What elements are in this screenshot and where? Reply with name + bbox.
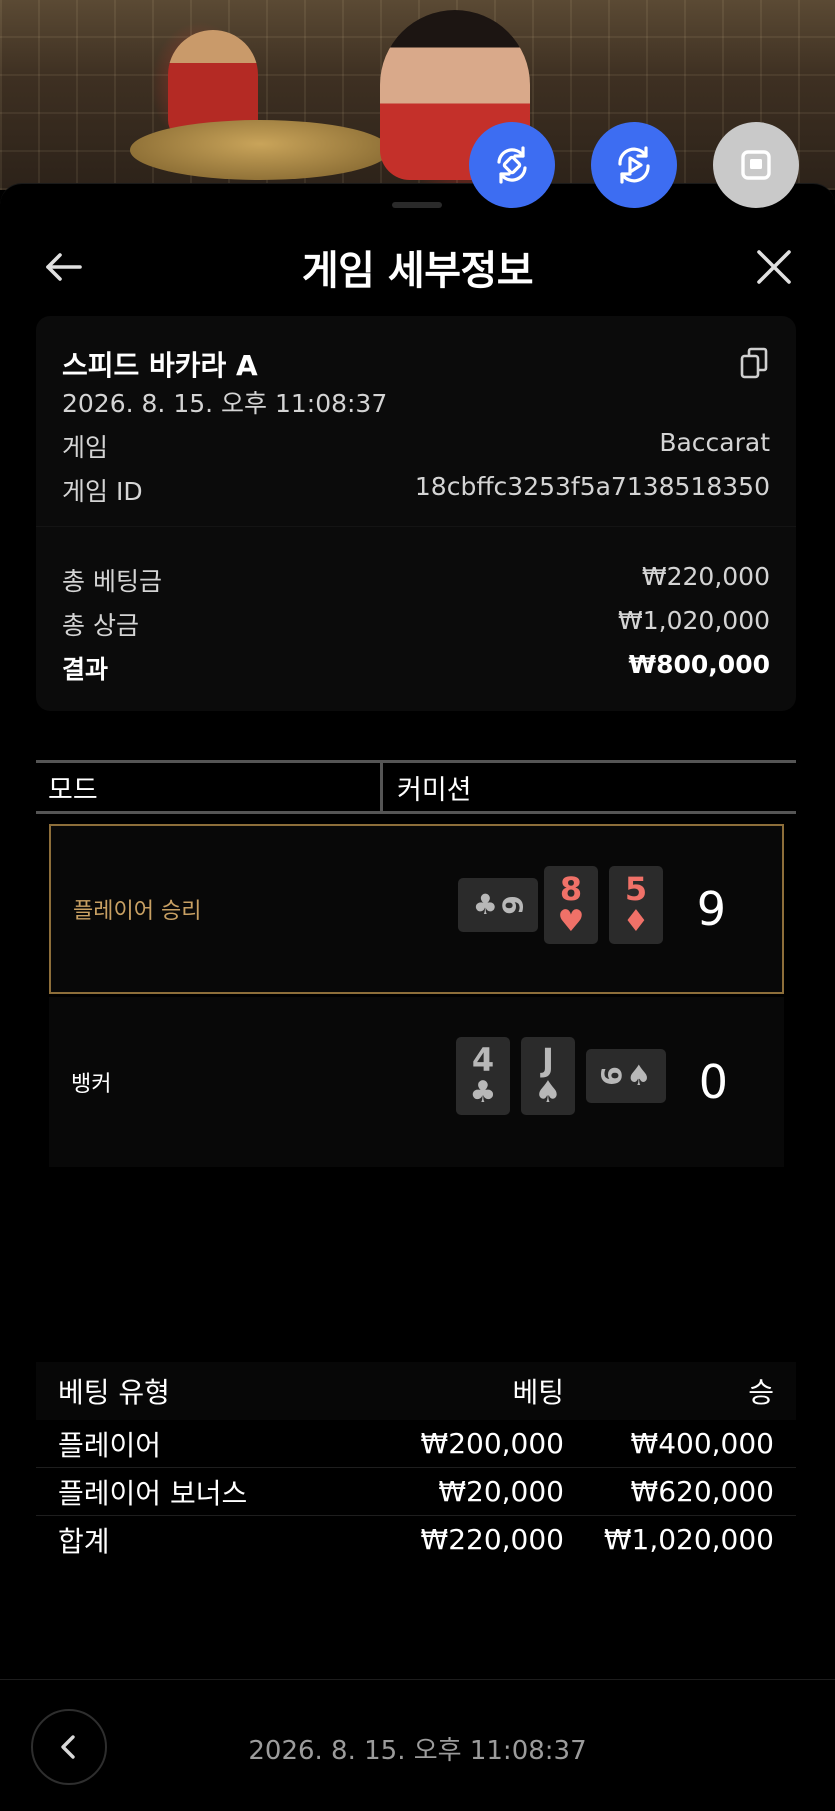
card-rank: J: [542, 1041, 554, 1079]
sheet-header: 게임 세부정보: [0, 224, 835, 304]
bet-amount: ₩200,000: [420, 1427, 564, 1460]
card-suit: ♠: [534, 1075, 562, 1110]
win-amount-header: 승: [748, 1376, 774, 1409]
win-amount: ₩400,000: [630, 1427, 774, 1460]
footer-divider: [0, 1679, 835, 1680]
player-score: 9: [696, 882, 726, 936]
banker-card-3: 9 ♠: [586, 1049, 666, 1103]
game-summary-card: 스피드 바카라 A 2026. 8. 15. 오후 11:08:37 게임 Ba…: [36, 316, 796, 711]
card-suit: ♦: [622, 904, 650, 939]
banker-hand-label: 뱅커: [71, 1072, 112, 1097]
close-icon: [757, 250, 791, 284]
game-id-label: 게임 ID: [62, 477, 143, 506]
card-suit: ♣: [469, 1075, 497, 1110]
total-win-value: ₩1,020,000: [618, 606, 770, 635]
mode-label: 모드: [36, 763, 383, 811]
summary-divider: [36, 526, 796, 527]
table-row: 플레이어 보너스 ₩20,000 ₩620,000: [36, 1468, 796, 1516]
game-datetime: 2026. 8. 15. 오후 11:08:37: [62, 389, 388, 418]
copy-button[interactable]: [738, 346, 770, 380]
bet-type: 플레이어 보너스: [58, 1476, 248, 1510]
game-name: 스피드 바카라 A: [62, 349, 258, 382]
rotate-icon: [497, 146, 527, 184]
player-card-2: 8 ♥: [544, 866, 598, 944]
close-button[interactable]: [751, 244, 797, 290]
total-win-label: 총 상금: [62, 611, 139, 640]
total-win-row: 총 상금 ₩1,020,000: [62, 606, 770, 642]
rotate-video-button[interactable]: [469, 122, 555, 208]
bets-table: 베팅 유형 베팅 승 플레이어 ₩200,000 ₩400,000 플레이어 보…: [36, 1362, 796, 1563]
bet-amount-header: 베팅: [512, 1376, 564, 1409]
game-id-value: 18cbffc3253f5a7138518350: [414, 472, 770, 501]
live-video-stream: [0, 0, 835, 190]
card-rank: 8: [559, 870, 583, 908]
card-rank: 9: [496, 895, 530, 915]
stop-icon: [741, 150, 771, 180]
page-title: 게임 세부정보: [301, 248, 534, 294]
result-label: 결과: [62, 655, 109, 684]
banker-card-1: 4 ♣: [456, 1037, 510, 1115]
card-suit: ♣: [472, 888, 498, 921]
game-id-row: 게임 ID 18cbffc3253f5a7138518350: [62, 472, 770, 508]
player-card-1: ♣ 9: [458, 878, 538, 932]
player-hand-label: 플레이어 승리: [73, 899, 202, 924]
total-win-amount: ₩1,020,000: [603, 1523, 774, 1556]
table-row: 플레이어 ₩200,000 ₩400,000: [36, 1420, 796, 1468]
stop-video-button[interactable]: [713, 122, 799, 208]
bet-type-header: 베팅 유형: [58, 1376, 170, 1409]
card-suit: ♠: [626, 1059, 652, 1092]
copy-icon: [740, 347, 768, 379]
banker-card-2: J ♠: [521, 1037, 575, 1115]
banker-score: 0: [698, 1055, 728, 1109]
total-bet-label: 총 베팅금: [62, 567, 162, 596]
player-card-3: 5 ♦: [609, 866, 663, 944]
footer-datetime: 2026. 8. 15. 오후 11:08:37: [248, 1736, 587, 1766]
replay-video-button[interactable]: [591, 122, 677, 208]
card-suit: ♥: [557, 904, 585, 939]
mode-bar: 모드 커미션: [36, 760, 796, 814]
total-label: 합계: [58, 1524, 110, 1558]
bets-table-header: 베팅 유형 베팅 승: [36, 1362, 796, 1420]
game-details-sheet: 게임 세부정보 스피드 바카라 A 2026. 8. 15. 오후 11:08:…: [0, 183, 835, 1811]
total-bet-value: ₩220,000: [641, 562, 770, 591]
table-total-row: 합계 ₩220,000 ₩1,020,000: [36, 1516, 796, 1563]
total-bet-row: 총 베팅금 ₩220,000: [62, 562, 770, 598]
replay-icon: [618, 146, 650, 184]
game-type-row: 게임 Baccarat: [62, 428, 770, 464]
banker-hand: 뱅커 4 ♣ J ♠ 9 ♠ 0: [49, 997, 784, 1167]
game-type-value: Baccarat: [659, 428, 770, 457]
result-value: ₩800,000: [628, 650, 770, 679]
total-bet-amount: ₩220,000: [420, 1523, 564, 1556]
bet-type: 플레이어: [58, 1428, 162, 1462]
mode-value: 커미션: [397, 774, 472, 806]
bet-amount: ₩20,000: [438, 1475, 564, 1508]
card-rank: 9: [594, 1066, 628, 1086]
sheet-drag-handle[interactable]: [392, 202, 442, 208]
card-rank: 5: [624, 870, 648, 908]
win-amount: ₩620,000: [630, 1475, 774, 1508]
video-game-table: [130, 120, 390, 180]
player-hand: 플레이어 승리 ♣ 9 8 ♥ 5 ♦ 9: [49, 824, 784, 994]
card-rank: 4: [471, 1041, 495, 1079]
result-row: 결과 ₩800,000: [62, 650, 770, 686]
game-type-label: 게임: [62, 433, 109, 462]
